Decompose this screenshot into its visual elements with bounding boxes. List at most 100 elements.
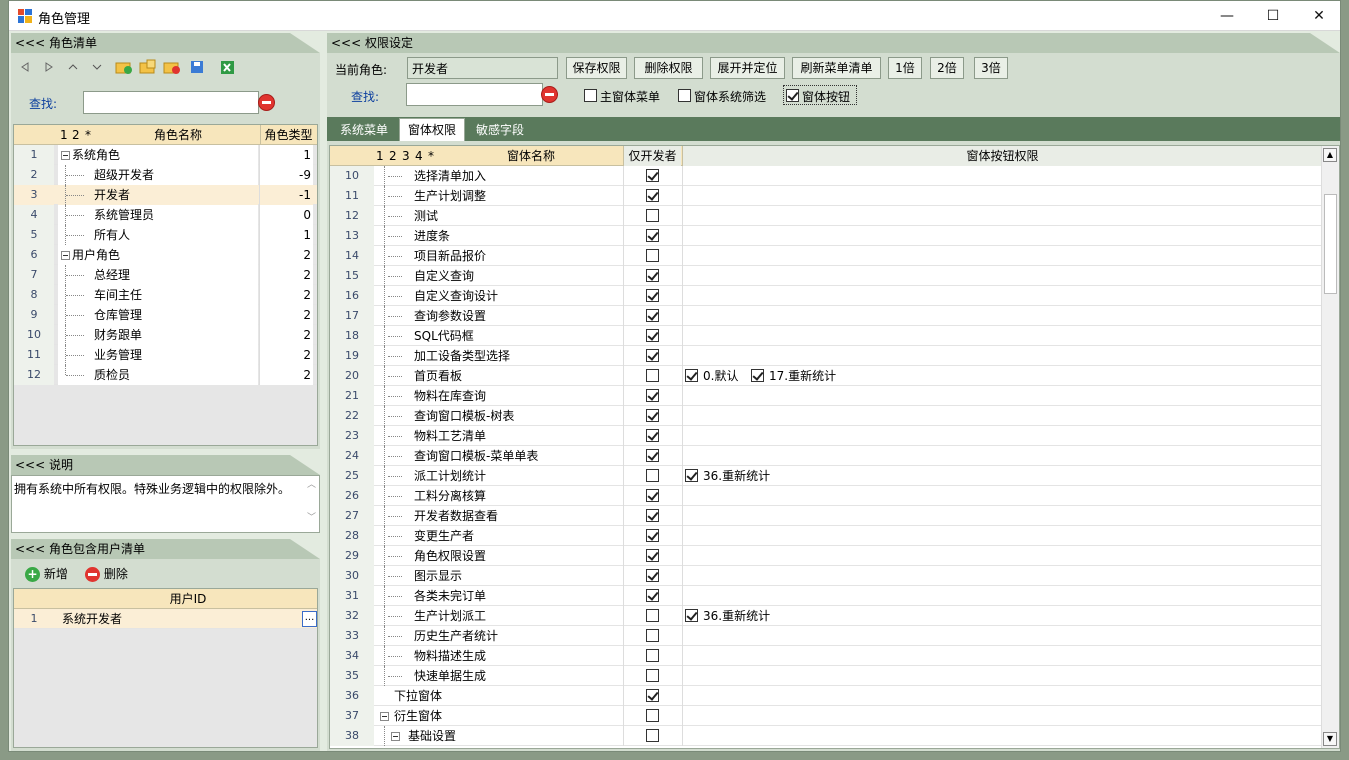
form-buttons-cell[interactable]: 36.重新统计 xyxy=(682,466,1322,486)
perm-row[interactable]: 29 角色权限设置 xyxy=(330,546,1339,566)
maximize-button[interactable]: ☐ xyxy=(1250,1,1296,31)
dev-only-checkbox[interactable] xyxy=(646,169,659,182)
perm-row[interactable]: 36 下拉窗体 xyxy=(330,686,1339,706)
dev-only-checkbox[interactable] xyxy=(646,609,659,622)
form-name-cell[interactable]: 查询参数设置 xyxy=(376,306,622,326)
form-buttons-cell[interactable] xyxy=(682,526,1322,546)
add-user-button[interactable]: + 新增 xyxy=(25,563,68,585)
form-buttons-cell[interactable] xyxy=(682,306,1322,326)
tab-form-permission[interactable]: 窗体权限 xyxy=(399,118,466,142)
perm-row[interactable]: 15 自定义查询 xyxy=(330,266,1339,286)
scroll-thumb[interactable] xyxy=(1324,194,1337,294)
form-button-checkbox[interactable] xyxy=(751,369,764,382)
dev-only-cell[interactable] xyxy=(623,566,681,586)
role-name-cell[interactable]: 所有人 xyxy=(58,225,258,245)
role-name-cell[interactable]: 财务跟单 xyxy=(58,325,258,345)
dev-only-checkbox[interactable] xyxy=(646,449,659,462)
zoom-2x-button[interactable]: 2倍 xyxy=(930,57,964,79)
form-name-cell[interactable]: 首页看板 xyxy=(376,366,622,386)
form-buttons-cell[interactable] xyxy=(682,406,1322,426)
dev-only-checkbox[interactable] xyxy=(646,669,659,682)
form-name-cell[interactable]: 基础设置 xyxy=(376,726,622,746)
role-type-cell[interactable]: 2 xyxy=(259,265,313,285)
form-name-cell[interactable]: 物料工艺清单 xyxy=(376,426,622,446)
form-buttons-cell[interactable] xyxy=(682,166,1322,186)
role-type-cell[interactable]: 2 xyxy=(259,325,313,345)
dev-only-checkbox[interactable] xyxy=(646,629,659,642)
dev-only-checkbox[interactable] xyxy=(646,229,659,242)
dev-only-checkbox[interactable] xyxy=(646,289,659,302)
dev-only-cell[interactable] xyxy=(623,186,681,206)
next-icon[interactable] xyxy=(41,59,57,75)
perm-row[interactable]: 11 生产计划调整 xyxy=(330,186,1339,206)
form-name-cell[interactable]: 自定义查询设计 xyxy=(376,286,622,306)
add-folder-icon[interactable] xyxy=(115,59,132,75)
form-buttons-cell[interactable] xyxy=(682,486,1322,506)
dev-only-checkbox[interactable] xyxy=(646,209,659,222)
export-excel-icon[interactable] xyxy=(219,59,235,75)
expand-icon[interactable] xyxy=(89,59,105,75)
form-name-cell[interactable]: 开发者数据查看 xyxy=(376,506,622,526)
collapse-toggle-icon[interactable] xyxy=(61,151,70,160)
role-row[interactable]: 7 总经理 2 xyxy=(14,265,317,285)
collapse-toggle-icon[interactable] xyxy=(380,712,389,721)
col-level-4[interactable]: 4 xyxy=(415,146,425,166)
form-buttons-cell[interactable] xyxy=(682,446,1322,466)
dev-only-cell[interactable] xyxy=(623,666,681,686)
col-level-all[interactable]: * xyxy=(85,125,95,145)
role-name-cell[interactable]: 质检员 xyxy=(58,365,258,385)
role-row[interactable]: 11 业务管理 2 xyxy=(14,345,317,365)
form-buttons-cell[interactable] xyxy=(682,286,1322,306)
perm-row[interactable]: 30 图示显示 xyxy=(330,566,1339,586)
user-row[interactable]: 1 系统开发者 ... xyxy=(14,609,317,629)
form-buttons-cell[interactable] xyxy=(682,226,1322,246)
form-name-cell[interactable]: 各类未完订单 xyxy=(376,586,622,606)
perm-row[interactable]: 19 加工设备类型选择 xyxy=(330,346,1339,366)
zoom-1x-button[interactable]: 1倍 xyxy=(888,57,922,79)
role-row[interactable]: 2 超级开发者 -9 xyxy=(14,165,317,185)
form-name-cell[interactable]: 加工设备类型选择 xyxy=(376,346,622,366)
role-type-cell[interactable]: 2 xyxy=(259,285,313,305)
delete-user-button[interactable]: 删除 xyxy=(85,563,128,585)
role-name-cell[interactable]: 超级开发者 xyxy=(58,165,258,185)
role-type-cell[interactable]: 0 xyxy=(259,205,313,225)
form-buttons-cell[interactable] xyxy=(682,206,1322,226)
form-name-cell[interactable]: 图示显示 xyxy=(376,566,622,586)
col-user-id[interactable]: 用户ID xyxy=(60,589,316,609)
dev-only-checkbox[interactable] xyxy=(646,429,659,442)
role-type-cell[interactable]: -1 xyxy=(259,185,313,205)
form-name-cell[interactable]: 历史生产者统计 xyxy=(376,626,622,646)
main-menu-checkbox[interactable] xyxy=(584,89,597,102)
col-dev-only[interactable]: 仅开发者 xyxy=(623,146,681,166)
form-name-cell[interactable]: 生产计划调整 xyxy=(376,186,622,206)
perm-row[interactable]: 13 进度条 xyxy=(330,226,1339,246)
form-button-checkbox[interactable] xyxy=(786,89,799,102)
form-buttons-cell[interactable] xyxy=(682,646,1322,666)
col-form-buttons[interactable]: 窗体按钮权限 xyxy=(682,146,1322,166)
form-buttons-cell[interactable] xyxy=(682,566,1322,586)
desc-scrollbar[interactable]: ︿ ﹀ xyxy=(305,477,318,531)
perm-row[interactable]: 17 查询参数设置 xyxy=(330,306,1339,326)
form-name-cell[interactable]: 派工计划统计 xyxy=(376,466,622,486)
dev-only-cell[interactable] xyxy=(623,686,681,706)
form-name-cell[interactable]: 下拉窗体 xyxy=(376,686,622,706)
role-name-cell[interactable]: 总经理 xyxy=(58,265,258,285)
perm-row[interactable]: 24 查询窗口模板-菜单单表 xyxy=(330,446,1339,466)
perm-row[interactable]: 31 各类未完订单 xyxy=(330,586,1339,606)
role-type-cell[interactable]: 2 xyxy=(259,365,313,385)
role-type-cell[interactable]: 2 xyxy=(259,245,313,265)
form-filter-checkbox[interactable] xyxy=(678,89,691,102)
perm-row[interactable]: 20 首页看板 0.默认 17.重新统计 xyxy=(330,366,1339,386)
col-role-type[interactable]: 角色类型 xyxy=(260,125,316,145)
form-name-cell[interactable]: 测试 xyxy=(376,206,622,226)
form-name-cell[interactable]: 自定义查询 xyxy=(376,266,622,286)
dev-only-checkbox[interactable] xyxy=(646,709,659,722)
form-buttons-cell[interactable]: 36.重新统计 xyxy=(682,606,1322,626)
minimize-button[interactable]: — xyxy=(1204,1,1250,31)
form-name-cell[interactable]: 工料分离核算 xyxy=(376,486,622,506)
clear-search-icon[interactable] xyxy=(258,94,275,111)
dev-only-checkbox[interactable] xyxy=(646,569,659,582)
dev-only-checkbox[interactable] xyxy=(646,369,659,382)
role-row[interactable]: 4 系统管理员 0 xyxy=(14,205,317,225)
role-type-cell[interactable]: 2 xyxy=(259,305,313,325)
